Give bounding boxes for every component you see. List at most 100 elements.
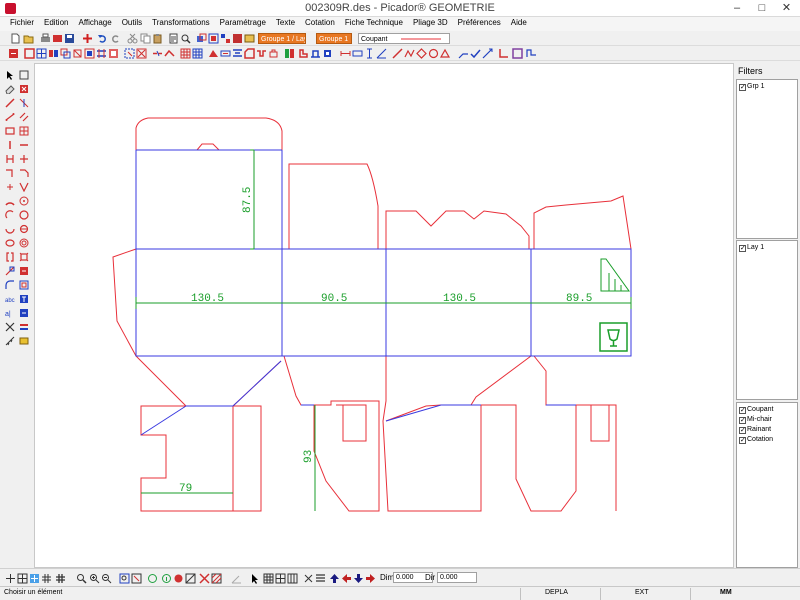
tool-colour-fill-icon[interactable] (284, 48, 295, 59)
table-cols-icon[interactable] (287, 573, 298, 584)
maximize-button[interactable]: □ (749, 0, 775, 17)
filter-group-grp1[interactable]: ✓Grp 1 (739, 82, 765, 92)
arc-tool-icon[interactable] (5, 196, 15, 206)
eraser-icon[interactable] (5, 84, 15, 94)
tool-fold-icon[interactable] (208, 48, 219, 59)
tool-check-icon[interactable] (470, 48, 481, 59)
x-mark-icon[interactable] (303, 573, 314, 584)
minimize-button[interactable]: – (724, 0, 750, 17)
snap-intersect-icon[interactable] (41, 573, 52, 584)
line-tool-icon[interactable] (5, 98, 15, 108)
checkbox-checked-icon[interactable]: ✓ (739, 84, 746, 91)
tool-move-icon[interactable] (8, 48, 19, 59)
fillet-tool-icon[interactable] (5, 280, 15, 290)
tool-select-window-icon[interactable] (124, 48, 135, 59)
tool-grid-icon[interactable] (36, 48, 47, 59)
tool-diamond-icon[interactable] (416, 48, 427, 59)
arc-tangent-icon[interactable] (5, 224, 15, 234)
snap-active-icon[interactable] (29, 573, 40, 584)
menu-parametrage[interactable]: Paramétrage (215, 17, 271, 31)
zoom-out-icon[interactable] (101, 573, 112, 584)
bracket-tool-icon[interactable] (5, 252, 15, 262)
zoom-all-icon[interactable] (131, 573, 142, 584)
parallel-line-icon[interactable] (19, 112, 29, 122)
undo-icon[interactable] (97, 33, 108, 44)
menu-pliage-3d[interactable]: Pliage 3D (408, 17, 453, 31)
tool-offset-icon[interactable] (108, 48, 119, 59)
close-button[interactable]: ✕ (773, 0, 800, 17)
tool-dim-chain-icon[interactable] (352, 48, 363, 59)
tool-copy-shape-icon[interactable] (60, 48, 71, 59)
paste-icon[interactable] (152, 33, 163, 44)
cross-icon[interactable] (82, 33, 93, 44)
horizontal-line-icon[interactable] (19, 140, 29, 150)
zoom-doc-icon[interactable] (180, 33, 191, 44)
print-icon[interactable] (40, 33, 51, 44)
checkbox-checked-icon[interactable]: ✓ (739, 245, 746, 252)
copy-icon[interactable] (140, 33, 151, 44)
snap-hash-icon[interactable] (55, 573, 66, 584)
checkbox-checked-icon[interactable]: ✓ (739, 427, 746, 434)
tool-angle-line-icon[interactable] (458, 48, 469, 59)
tool-lock-icon[interactable] (268, 48, 279, 59)
circle-2pt-icon[interactable] (19, 224, 29, 234)
save-icon[interactable] (64, 33, 75, 44)
rect-grid-tool-icon[interactable] (19, 126, 29, 136)
h-bracket-icon[interactable] (5, 154, 15, 164)
tool-align-icon[interactable] (232, 48, 243, 59)
corner-tool-icon[interactable] (5, 168, 15, 178)
stack-tool-icon[interactable] (19, 322, 29, 332)
tool-dimension-icon[interactable] (340, 48, 351, 59)
zoom-window-icon[interactable] (119, 573, 130, 584)
new-file-icon[interactable] (10, 33, 21, 44)
filter-layer-lay1[interactable]: ✓Lay 1 (739, 243, 764, 253)
hatch-fill-icon[interactable] (211, 573, 222, 584)
rectangle-tool-icon[interactable] (5, 126, 15, 136)
tool-hatch-icon[interactable] (180, 48, 191, 59)
arrow-right-icon[interactable] (365, 573, 376, 584)
group-selector[interactable]: Groupe 1 (316, 33, 352, 44)
arrow-up-icon[interactable] (329, 573, 340, 584)
tool-dim-vertical-icon[interactable] (364, 48, 375, 59)
menu-preferences[interactable]: Préférences (453, 17, 506, 31)
open-folder-icon[interactable] (23, 33, 34, 44)
checkbox-checked-icon[interactable]: ✓ (739, 417, 746, 424)
ellipse-tool-icon[interactable] (5, 238, 15, 248)
tool-frame-icon[interactable] (512, 48, 523, 59)
tool-ortho-icon[interactable] (498, 48, 509, 59)
tool-curve-menu-icon[interactable] (526, 48, 537, 59)
cursor-icon[interactable] (250, 573, 261, 584)
menu-affichage[interactable]: Affichage (73, 17, 116, 31)
text-tool-icon[interactable]: abc (5, 294, 15, 304)
tool-notch-icon[interactable] (256, 48, 267, 59)
dim-tool-icon[interactable] (19, 308, 29, 318)
table-alt-icon[interactable] (275, 573, 286, 584)
filter-linetype-rainant[interactable]: ✓Rainant (739, 425, 771, 435)
dir-input[interactable]: 0.000 (437, 572, 477, 583)
palette-icon[interactable] (19, 336, 29, 346)
checkbox-checked-icon[interactable]: ✓ (739, 437, 746, 444)
menu-aide[interactable]: Aide (506, 17, 532, 31)
tool-contour-icon[interactable] (298, 48, 309, 59)
zoom-icon[interactable] (76, 573, 87, 584)
text-frame-icon[interactable] (19, 294, 29, 304)
redraw-icon[interactable] (147, 573, 158, 584)
checkbox-checked-icon[interactable]: ✓ (739, 407, 746, 414)
point-tool-icon[interactable] (5, 182, 15, 192)
vertical-line-icon[interactable] (5, 140, 15, 150)
tool-diagonal-icon[interactable] (392, 48, 403, 59)
menu-texte[interactable]: Texte (271, 17, 300, 31)
drawing-canvas[interactable]: 130.5 90.5 130.5 89.5 87.5 93 79 (34, 63, 734, 568)
delete-x-icon[interactable] (199, 573, 210, 584)
tool-table-icon[interactable] (192, 48, 203, 59)
tool-stretch-icon[interactable] (220, 48, 231, 59)
knife-tool-icon[interactable] (5, 322, 15, 332)
scissors-icon[interactable] (127, 33, 138, 44)
info-icon[interactable] (161, 573, 172, 584)
area-icon[interactable] (185, 573, 196, 584)
tool-measure-icon[interactable] (482, 48, 493, 59)
tool-join-icon[interactable] (164, 48, 175, 59)
cut-file-icon[interactable] (52, 33, 63, 44)
menu-outils[interactable]: Outils (117, 17, 147, 31)
tool-delete-icon[interactable] (136, 48, 147, 59)
